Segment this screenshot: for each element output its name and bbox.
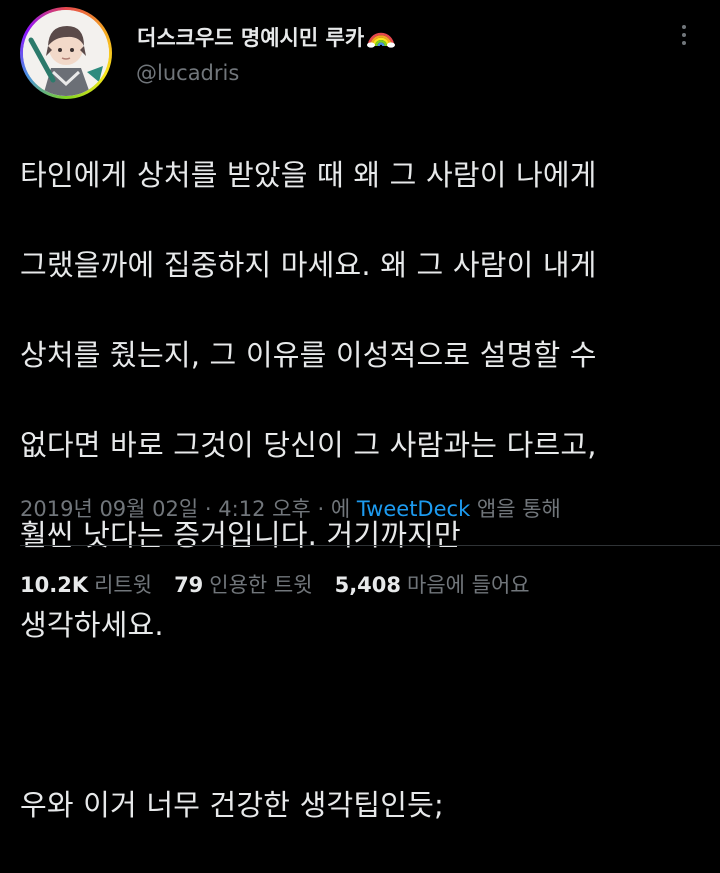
likes-count: 5,408 <box>334 573 402 597</box>
meta-separator: · <box>317 497 325 521</box>
more-dot-icon <box>682 41 686 45</box>
retweets-label: 리트윗 <box>94 573 153 597</box>
retweets-count: 10.2K <box>20 573 89 597</box>
likes-label: 마음에 들어요 <box>407 573 530 597</box>
tweet-date[interactable]: 2019년 09월 02일 <box>20 497 198 521</box>
via-suffix: 앱을 통해 <box>476 497 561 521</box>
display-name[interactable]: 더스크우드 명예시민 루카 <box>137 22 396 52</box>
quotes-count: 79 <box>174 573 204 597</box>
tweet-text-line: 타인에게 상처를 받았을 때 왜 그 사람이 나에게 <box>20 158 597 192</box>
handle[interactable]: @lucadris <box>136 61 239 85</box>
more-dot-icon <box>682 33 686 37</box>
divider <box>20 545 720 546</box>
tweet-text-line: 상처를 줬는지, 그 이유를 이성적으로 설명할 수 <box>20 338 597 372</box>
tweet: 더스크우드 명예시민 루카 @lucadris 타인에게 상처를 받았을 때 왜… <box>0 0 720 822</box>
source-link[interactable]: TweetDeck <box>357 497 470 521</box>
likes-stat[interactable]: 5,408 마음에 들어요 <box>335 569 530 599</box>
tweet-text-line: 없다면 바로 그것이 당신이 그 사람과는 다르고, <box>20 428 597 462</box>
tweet-text-line: 생각하세요. <box>20 608 164 642</box>
more-dot-icon <box>682 25 686 29</box>
rainbow-icon <box>367 26 396 48</box>
avatar-image <box>23 10 109 96</box>
tweet-text-line: 그랬을까에 집중하지 마세요. 왜 그 사람이 내게 <box>20 248 597 282</box>
display-name-text: 더스크우드 명예시민 루카 <box>137 26 365 50</box>
meta-separator: · <box>204 497 212 521</box>
more-options-button[interactable] <box>672 20 696 50</box>
quotes-stat[interactable]: 79 인용한 트윗 <box>174 569 313 599</box>
via-prefix: 에 <box>330 497 351 521</box>
tweet-metadata: 2019년 09월 02일 · 4:12 오후 · 에 TweetDeck 앱을… <box>20 493 561 523</box>
avatar[interactable] <box>20 7 112 99</box>
tweet-time[interactable]: 4:12 오후 <box>218 497 310 521</box>
retweets-stat[interactable]: 10.2K 리트윗 <box>20 569 152 599</box>
tweet-text: 타인에게 상처를 받았을 때 왜 그 사람이 나에게 그랬을까에 집중하지 마세… <box>20 108 710 873</box>
quotes-label: 인용한 트윗 <box>209 573 313 597</box>
tweet-stats: 10.2K 리트윗 79 인용한 트윗 5,408 마음에 들어요 <box>20 569 530 599</box>
tweet-text-line: 우와 이거 너무 건강한 생각팁인듯; <box>20 788 444 822</box>
